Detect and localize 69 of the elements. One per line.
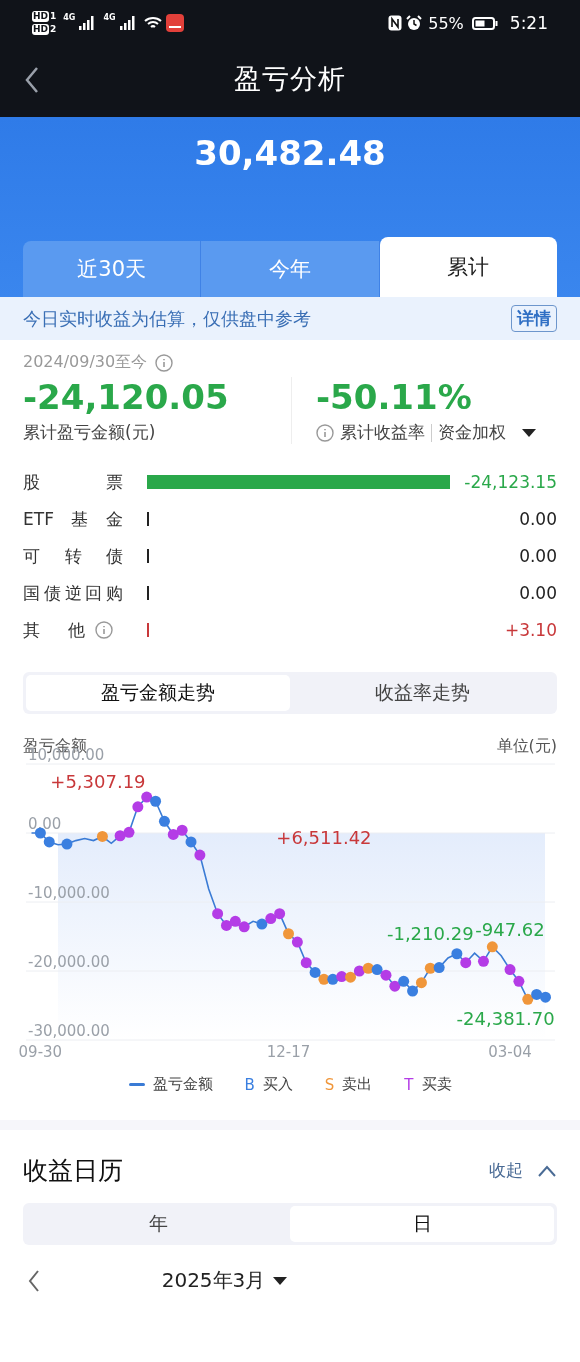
chart-tab[interactable]: 盈亏金额走势 xyxy=(26,675,290,711)
previous-icon[interactable] xyxy=(28,1269,40,1292)
legend-symbol: T xyxy=(404,1075,414,1094)
notice-text: 今日实时收益为估算，仅供盘中参考 xyxy=(23,306,311,331)
wifi-icon xyxy=(143,16,162,30)
value-annotation: +5,307.19 xyxy=(50,771,146,793)
network-type: 4G xyxy=(103,13,116,22)
legend-label: 买入 xyxy=(262,1075,293,1094)
category-value: -24,123.15 xyxy=(463,472,557,492)
period-text: 2024/09/30至今 xyxy=(23,352,148,373)
info-icon[interactable] xyxy=(95,621,113,639)
value-annotation: -24,381.70 xyxy=(456,1007,555,1029)
info-icon[interactable] xyxy=(155,353,174,372)
unit-label: 单位(元) xyxy=(496,736,557,757)
battery-icon xyxy=(471,16,498,30)
category-label: ETF基金 xyxy=(23,507,123,531)
category-value: 0.00 xyxy=(518,546,557,566)
profit-loss-label: 累计盈亏金额(元) xyxy=(23,421,157,444)
details-button[interactable]: 详情 xyxy=(511,305,557,332)
category-label: 国债逆回购 xyxy=(23,581,123,605)
nfc-icon xyxy=(388,15,403,31)
app-notification-icon xyxy=(165,14,184,32)
info-icon[interactable] xyxy=(316,423,334,442)
signal-icon xyxy=(119,16,136,30)
clock: 5:21 xyxy=(509,13,548,33)
y-axis-label: -20,000.00 xyxy=(28,953,110,971)
category-label: 其他 xyxy=(23,618,85,642)
legend-symbol: B xyxy=(244,1075,255,1094)
category-label: 股票 xyxy=(23,470,123,494)
legend-label: 盈亏金额 xyxy=(152,1075,213,1094)
month-selector[interactable]: 2025年3月 xyxy=(161,1267,288,1294)
legend-symbol: S xyxy=(324,1075,335,1094)
calendar-tab[interactable]: 年 xyxy=(26,1206,290,1242)
sim-indicator: HD 1 xyxy=(32,11,57,22)
page-title: 盈亏分析 xyxy=(234,61,346,96)
dropdown-icon xyxy=(273,1275,288,1286)
chevron-up-icon xyxy=(537,1164,557,1177)
weighting-dropdown[interactable]: 资金加权 xyxy=(438,421,536,444)
legend-label: 卖出 xyxy=(342,1075,373,1094)
category-value: 0.00 xyxy=(518,583,557,603)
category-value: 0.00 xyxy=(518,509,557,529)
x-axis-label: 09-30 xyxy=(18,1043,63,1061)
category-label: 可转债 xyxy=(23,544,123,568)
collapse-button[interactable]: 收起 xyxy=(489,1159,557,1182)
battery-percent: 55% xyxy=(428,13,464,33)
value-annotation: -947.62 xyxy=(475,918,545,940)
section-title: 收益日历 xyxy=(23,1155,123,1187)
period-tab[interactable]: 累计 xyxy=(379,237,557,297)
chart-tab[interactable]: 收益率走势 xyxy=(290,675,554,711)
x-axis-label: 12-17 xyxy=(266,1043,311,1061)
total-profit-loss: -24,120.05 xyxy=(23,377,230,417)
y-axis-label: -30,000.00 xyxy=(28,1022,110,1040)
dropdown-icon xyxy=(522,427,536,438)
value-annotation: +6,511.42 xyxy=(276,827,372,849)
signal-icon xyxy=(79,16,96,30)
category-value: +3.10 xyxy=(503,620,557,640)
y-axis-label: 0.00 xyxy=(28,815,62,833)
back-icon[interactable] xyxy=(25,66,39,94)
total-value: 30,482.48 xyxy=(193,132,387,173)
return-rate: -50.11% xyxy=(316,377,473,417)
y-axis-label: -10,000.00 xyxy=(28,884,110,902)
calendar-tab[interactable]: 日 xyxy=(290,1206,554,1242)
network-type: 4G xyxy=(63,13,76,22)
value-annotation: -1,210.29 xyxy=(386,922,474,944)
sim-indicator: HD 2 xyxy=(32,24,57,35)
x-axis-label: 03-04 xyxy=(488,1043,532,1061)
return-rate-label: 累计收益率 xyxy=(340,421,425,444)
alarm-icon xyxy=(406,15,423,31)
legend-label: 买卖 xyxy=(421,1075,452,1094)
